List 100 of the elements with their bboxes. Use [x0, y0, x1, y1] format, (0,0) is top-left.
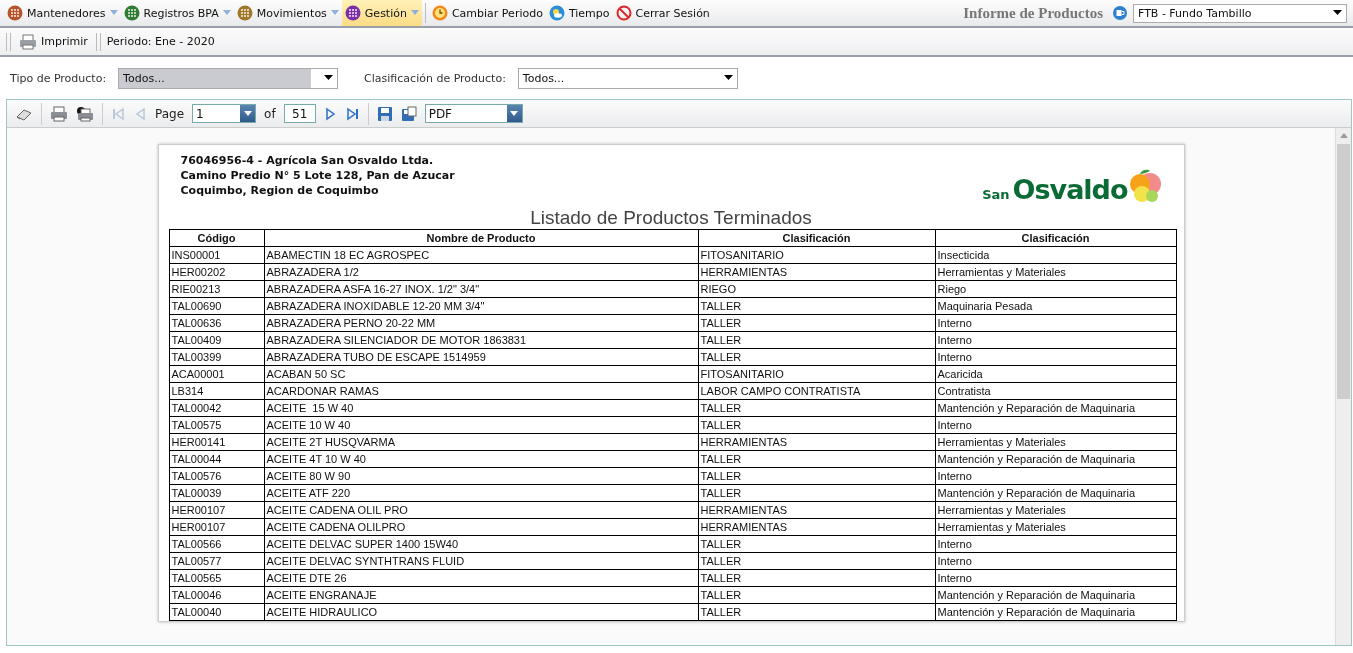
field-value: 1 [196, 106, 204, 121]
dropdown-arrow-icon[interactable] [324, 75, 334, 81]
company-select[interactable]: FTB - Fundo Tambillo [1133, 3, 1347, 23]
table-cell: TALLER [698, 314, 935, 332]
menu-item[interactable]: Tiempo [545, 0, 613, 26]
table-cell: HERRAMIENTAS [698, 263, 935, 281]
table-cell: Herramientas y Materiales [935, 433, 1176, 451]
table-cell: TALLER [698, 467, 935, 485]
field-value: PDF [428, 106, 453, 121]
dropdown-arrow-icon[interactable] [723, 75, 733, 81]
table-cell: ACEITE DTE 26 [264, 569, 698, 587]
table-cell: TAL00044 [169, 450, 264, 468]
column-header: Clasificación [935, 229, 1176, 247]
table-cell: ABRAZADERA INOXIDABLE 12-20 MM 3/4" [264, 297, 698, 315]
of-label: of [264, 106, 276, 121]
save-as-icon[interactable] [400, 105, 417, 122]
product-select[interactable]: Todos... [517, 67, 738, 89]
table-cell: HER00107 [169, 518, 264, 536]
printer-icon [19, 33, 37, 50]
table-cell: TAL00040 [169, 603, 264, 621]
last-page-icon[interactable] [345, 106, 360, 121]
scrollbar[interactable] [1335, 128, 1351, 645]
print-button[interactable]: Imprimir [17, 33, 90, 50]
page-count: 51 [283, 104, 316, 123]
report-title: Listado de Productos Terminados [529, 207, 813, 229]
table-cell: TALLER [698, 348, 935, 366]
logo-text: Osvaldo [1012, 176, 1128, 204]
table-cell: Interno [935, 552, 1176, 570]
table-cell: LB314 [169, 382, 264, 400]
logo-text: San [982, 187, 1010, 202]
company-line: Coquimbo, Region de Coquimbo [180, 183, 380, 198]
printer-icon[interactable] [76, 105, 94, 122]
format-select[interactable]: PDF [424, 104, 523, 123]
table-cell: ACEITE 4T 10 W 40 [264, 450, 698, 468]
caret-icon[interactable] [510, 111, 519, 116]
next-page-icon[interactable] [323, 106, 338, 121]
menu-item[interactable]: Gestión [341, 0, 422, 26]
column-header: Nombre de Producto [264, 229, 698, 247]
table-cell: ACEITE ATF 220 [264, 484, 698, 502]
table-cell: ACEITE ENGRANAJE [264, 586, 698, 604]
field-label: Clasificación de Producto: [364, 71, 506, 85]
table-cell: TALLER [698, 569, 935, 587]
table-cell: HER00202 [169, 263, 264, 281]
table-cell: ACARDONAR RAMAS [264, 382, 698, 400]
table-cell: RIE00213 [169, 280, 264, 298]
table-cell: ACEITE DELVAC SUPER 1400 15W40 [264, 535, 698, 553]
table-cell: Interno [935, 467, 1176, 485]
table-cell: FITOSANITARIO [698, 365, 935, 383]
table-cell: TALLER [698, 552, 935, 570]
caret-icon [109, 10, 118, 16]
prohibited-icon [615, 5, 632, 21]
table-cell: TALLER [698, 603, 935, 621]
menu-item[interactable]: Cambiar Periodo [428, 0, 546, 26]
table-cell: TALLER [698, 399, 935, 417]
table-cell: ACABAN 50 SC [264, 365, 698, 383]
dropdown-button[interactable] [240, 105, 256, 122]
scroll-thumb[interactable] [1337, 144, 1350, 399]
table-cell: HERRAMIENTAS [698, 518, 935, 536]
menu-item[interactable]: Mantenedores [4, 0, 121, 26]
page-number-field[interactable]: 1 [192, 104, 257, 123]
table-cell: TALLER [698, 484, 935, 502]
eraser-icon[interactable] [15, 106, 33, 121]
table-cell: TAL00046 [169, 586, 264, 604]
table-cell: ABRAZADERA 1/2 [264, 263, 698, 281]
column-header: Código [169, 229, 264, 247]
table-cell: TAL00575 [169, 416, 264, 434]
column-header: Clasificación [698, 229, 935, 247]
caret-icon [330, 10, 339, 16]
table-cell: TALLER [698, 297, 935, 315]
table-cell: Herramientas y Materiales [935, 501, 1176, 519]
table-cell: Acaricida [935, 365, 1176, 383]
table-cell: TAL00409 [169, 331, 264, 349]
table-cell: ACEITE CADENA OLIL PRO [264, 501, 698, 519]
dropdown-arrow-icon[interactable] [1333, 10, 1342, 16]
table-cell: Maquinaria Pesada [935, 297, 1176, 315]
caret-icon[interactable] [243, 111, 252, 116]
table-cell: TAL00565 [169, 569, 264, 587]
table-cell: ABRAZADERA ASFA 16-27 INOX. 1/2" 3/4" [264, 280, 698, 298]
menu-item[interactable]: Movimientos [233, 0, 342, 26]
product-select[interactable]: Todos... [118, 67, 339, 89]
table-cell: Interno [935, 314, 1176, 332]
table-cell: Mantención y Reparación de Maquinaria [935, 484, 1176, 502]
menu-item[interactable]: Registros BPA [120, 0, 234, 26]
table-cell: TALLER [698, 416, 935, 434]
table-cell: FITOSANITARIO [698, 246, 935, 264]
table-cell: TAL00576 [169, 467, 264, 485]
select-value: Todos... [522, 71, 565, 85]
menu-item[interactable]: Cerrar Sesión [612, 0, 713, 26]
table-cell: TAL00042 [169, 399, 264, 417]
table-cell: RIEGO [698, 280, 935, 298]
fruit-icon [1127, 168, 1162, 204]
table-cell: TAL00039 [169, 484, 264, 502]
table-cell: TALLER [698, 535, 935, 553]
weather-icon [548, 5, 565, 21]
save-icon[interactable] [376, 105, 393, 122]
company-line: 76046956-4 - Agrícola San Osvaldo Ltda. [180, 153, 435, 168]
table-cell: ACEITE CADENA OLILPRO [264, 518, 698, 536]
table-cell: Interno [935, 348, 1176, 366]
table-cell: ACEITE 10 W 40 [264, 416, 698, 434]
dropdown-button[interactable] [506, 105, 522, 122]
